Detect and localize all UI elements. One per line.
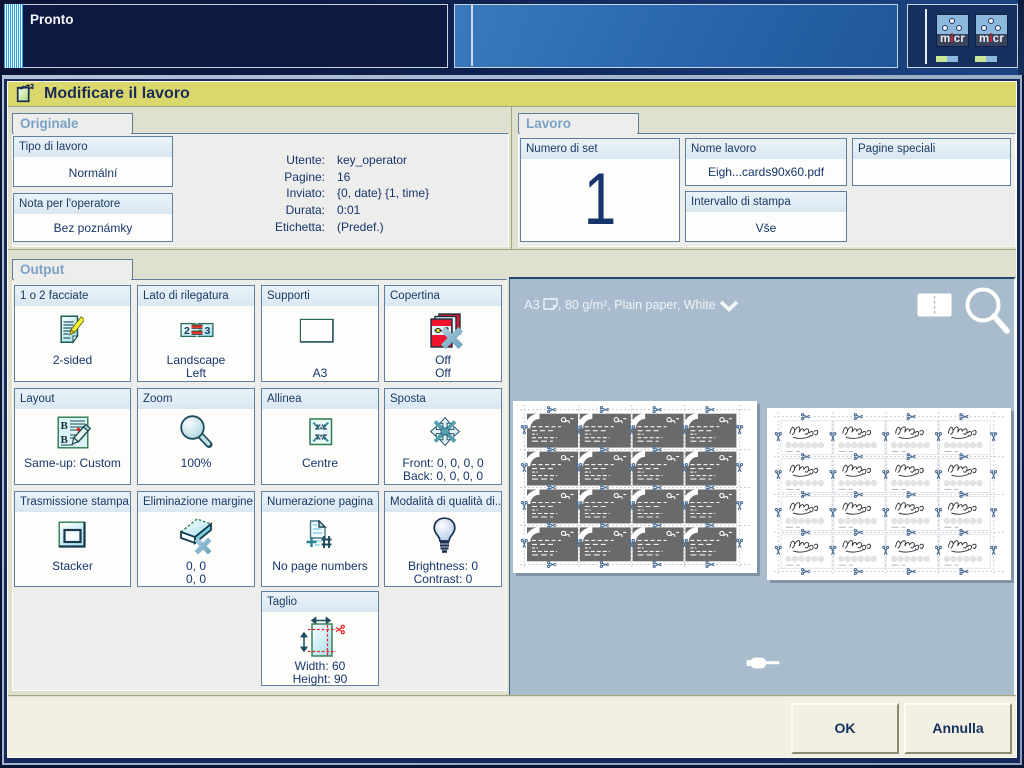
- svg-text:B: B: [61, 434, 69, 446]
- svg-text:2: 2: [184, 325, 190, 337]
- svg-text:3: 3: [205, 325, 211, 337]
- svg-text:B: B: [61, 420, 69, 432]
